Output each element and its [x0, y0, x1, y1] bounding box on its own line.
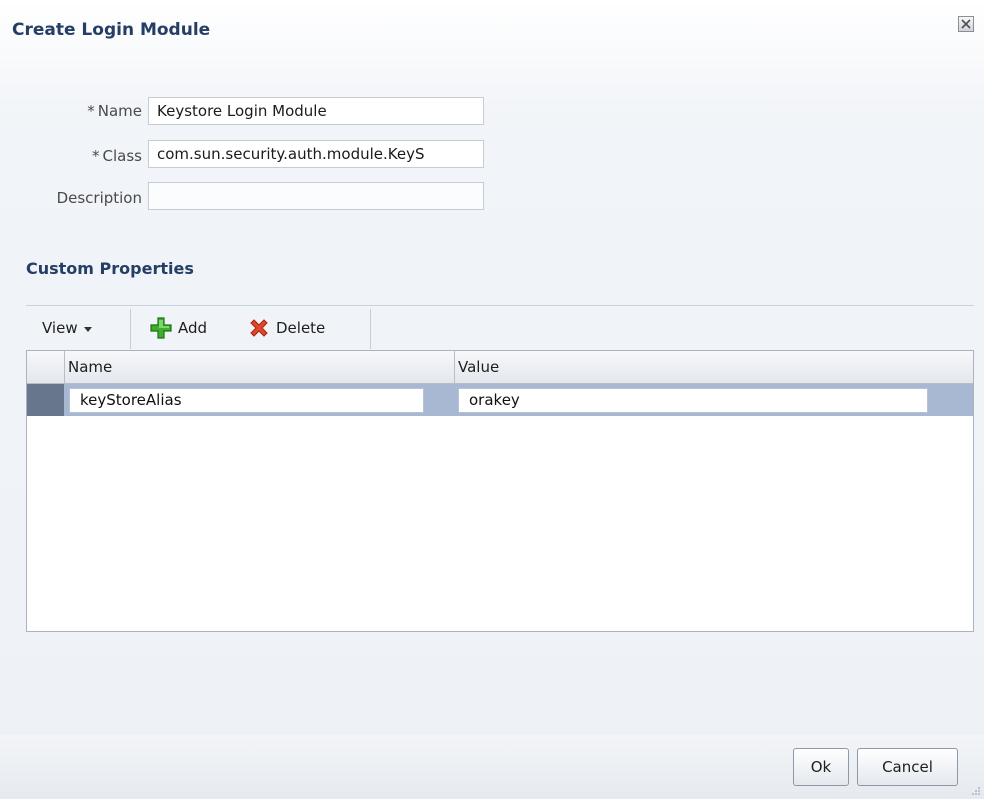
class-label: * Class: [92, 147, 142, 165]
properties-toolbar: View Add Delete: [26, 309, 974, 349]
description-row: Description: [0, 183, 142, 213]
ok-button[interactable]: Ok: [793, 748, 849, 786]
add-button[interactable]: Add: [150, 317, 207, 339]
view-label: View: [42, 319, 78, 337]
toolbar-separator: [370, 309, 371, 349]
resize-grip-icon[interactable]: [971, 786, 981, 796]
close-icon[interactable]: [958, 16, 974, 32]
delete-label: Delete: [276, 319, 326, 337]
delete-icon: [250, 319, 268, 337]
class-row: * Class: [0, 141, 142, 171]
view-menu-button[interactable]: View: [42, 317, 92, 339]
delete-button[interactable]: Delete: [248, 317, 325, 339]
custom-properties-table: Name Value keyStoreAlias orakey: [26, 350, 974, 632]
chevron-down-icon: [83, 326, 92, 332]
class-field[interactable]: com.sun.security.auth.module.KeyS: [148, 140, 484, 168]
description-label: Description: [56, 189, 142, 207]
cancel-button[interactable]: Cancel: [857, 748, 958, 786]
row-selector[interactable]: [27, 384, 64, 416]
add-icon: [150, 317, 172, 339]
section-divider: [26, 305, 974, 306]
description-field[interactable]: [148, 182, 484, 210]
required-mark: *: [87, 102, 95, 120]
property-name-field[interactable]: keyStoreAlias: [69, 388, 424, 413]
table-row[interactable]: keyStoreAlias orakey: [27, 384, 973, 416]
add-label: Add: [178, 319, 208, 337]
name-label: * Name: [87, 102, 142, 120]
custom-properties-title: Custom Properties: [26, 259, 194, 278]
property-value-field[interactable]: orakey: [458, 388, 928, 413]
toolbar-separator: [130, 309, 131, 349]
name-row: * Name: [0, 96, 142, 126]
name-field[interactable]: Keystore Login Module: [148, 97, 484, 125]
table-header: Name Value: [27, 351, 973, 384]
column-header-value[interactable]: Value: [454, 351, 973, 383]
create-login-module-dialog: Create Login Module * Name Keystore Login…: [0, 0, 984, 799]
required-mark: *: [92, 147, 100, 165]
column-header-name[interactable]: Name: [64, 351, 454, 383]
dialog-title: Create Login Module: [12, 20, 211, 40]
